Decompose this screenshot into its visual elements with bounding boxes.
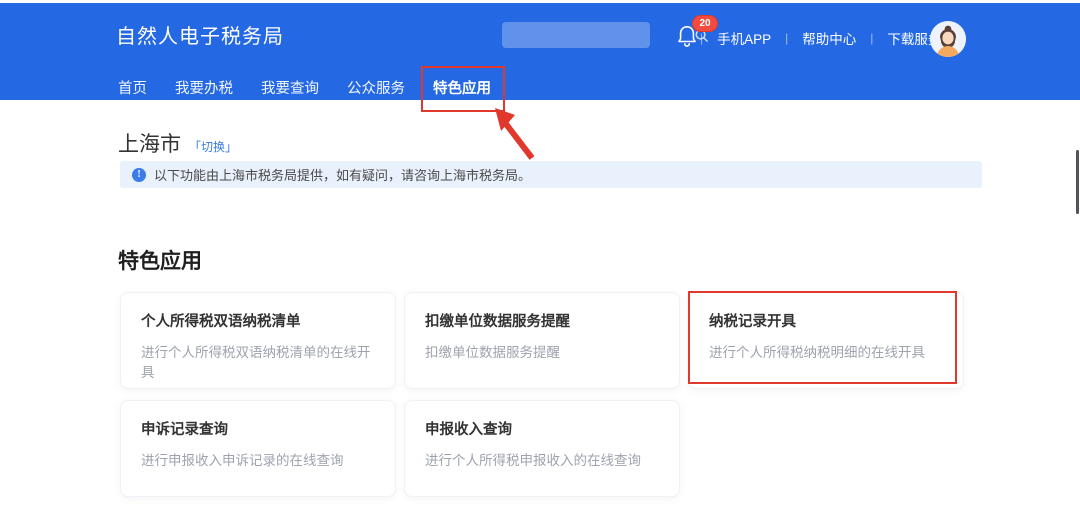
nav-tab-public-service[interactable]: 公众服务: [347, 77, 405, 104]
card-withholding-unit-reminder[interactable]: 扣缴单位数据服务提醒 扣缴单位数据服务提醒: [404, 292, 680, 389]
card-appeal-record-query[interactable]: 申诉记录查询 进行申报收入申诉记录的在线查询: [120, 400, 396, 497]
card-tax-record-issuance[interactable]: 纳税记录开具 进行个人所得税纳税明细的在线开具: [688, 292, 964, 389]
card-title: 扣缴单位数据服务提醒: [425, 314, 570, 330]
nav-tab-featured-apps[interactable]: 特色应用: [433, 77, 491, 109]
card-title: 申报收入查询: [425, 422, 512, 438]
card-desc: 扣缴单位数据服务提醒: [425, 345, 560, 360]
main-nav: 首页 我要办税 我要查询 公众服务 特色应用: [118, 77, 491, 109]
divider: |: [700, 31, 704, 45]
notice-text: 以下功能由上海市税务局提供，如有疑问，请咨询上海市税务局。: [154, 168, 532, 183]
header-bar: 自然人电子税务局 20 | 手机APP | 帮助中心 | 下载服务 首页 我要办…: [0, 3, 1080, 109]
header-links: | 手机APP | 帮助中心 | 下载服务: [700, 28, 941, 48]
card-desc: 进行个人所得税申报收入的在线查询: [425, 453, 641, 468]
app-title: 自然人电子税务局: [116, 26, 284, 48]
user-avatar-icon: [930, 21, 966, 57]
city-name: 上海市: [118, 133, 181, 156]
city-switch-link[interactable]: 「切换」: [189, 138, 237, 155]
avatar[interactable]: [930, 21, 966, 57]
card-title: 个人所得税双语纳税清单: [141, 314, 301, 330]
search-input[interactable]: [502, 22, 694, 48]
scrollbar-thumb[interactable]: [1076, 150, 1079, 214]
section-title: 特色应用: [118, 250, 202, 273]
link-mobile-app[interactable]: 手机APP: [717, 28, 771, 48]
card-desc: 进行个人所得税双语纳税清单的在线开具: [141, 345, 371, 380]
card-title: 纳税记录开具: [709, 314, 796, 330]
card-declared-income-query[interactable]: 申报收入查询 进行个人所得税申报收入的在线查询: [404, 400, 680, 497]
notice-banner: ! 以下功能由上海市税务局提供，如有疑问，请咨询上海市税务局。: [120, 161, 982, 188]
link-help-center[interactable]: 帮助中心: [802, 28, 856, 48]
nav-tab-tax-handling[interactable]: 我要办税: [175, 77, 233, 104]
card-bilingual-tax-list[interactable]: 个人所得税双语纳税清单 进行个人所得税双语纳税清单的在线开具: [120, 292, 396, 389]
card-title: 申诉记录查询: [141, 422, 228, 438]
nav-tab-label: 特色应用: [433, 81, 491, 97]
card-desc: 进行申报收入申诉记录的在线查询: [141, 453, 344, 468]
divider: |: [785, 31, 789, 45]
info-icon: !: [132, 167, 146, 182]
annotation-arrow: [495, 108, 535, 160]
nav-tab-home[interactable]: 首页: [118, 77, 147, 104]
active-tab-underline: [434, 106, 490, 109]
search-box[interactable]: [502, 22, 708, 48]
divider: |: [870, 31, 874, 45]
city-row: 上海市 「切换」: [118, 128, 237, 158]
card-desc: 进行个人所得税纳税明细的在线开具: [709, 345, 925, 360]
nav-tab-inquiry[interactable]: 我要查询: [261, 77, 319, 104]
